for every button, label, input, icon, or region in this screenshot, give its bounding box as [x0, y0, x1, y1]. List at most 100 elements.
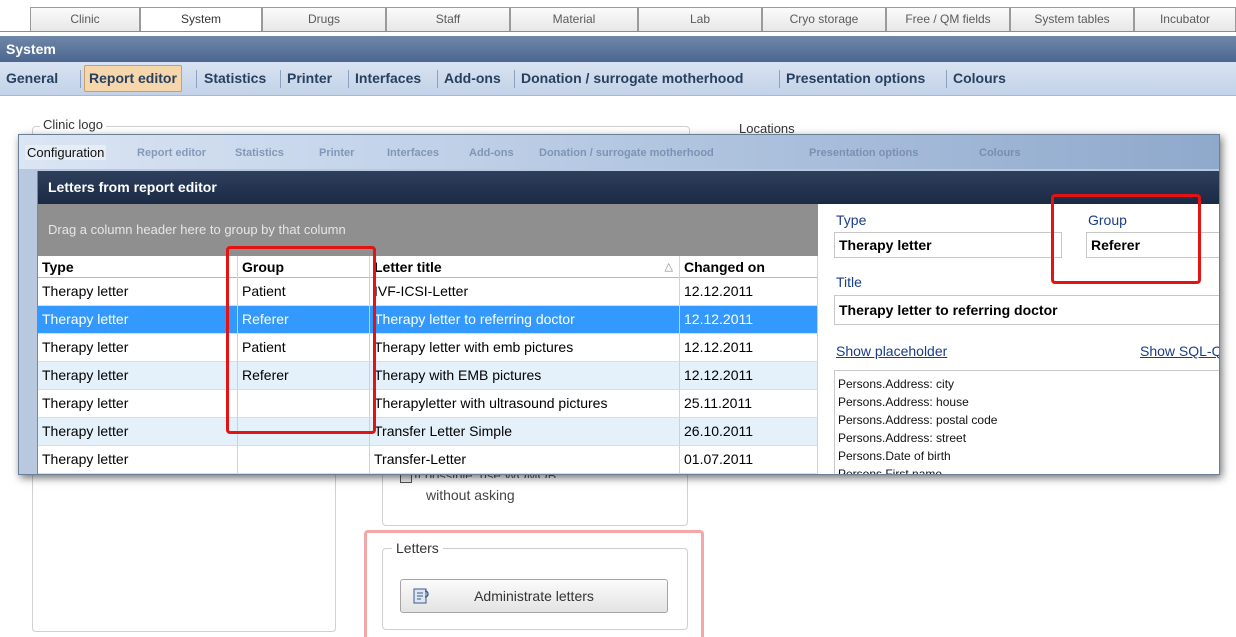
clinic-logo-label: Clinic logo	[40, 117, 106, 132]
cell-type: Therapy letter	[38, 334, 238, 361]
placeholder-item[interactable]: Persons.First name	[838, 465, 1219, 474]
type-label: Type	[836, 212, 867, 228]
subtab-divider	[280, 70, 281, 88]
title-field[interactable]: Therapy letter to referring doctor	[834, 295, 1219, 325]
configuration-window: Configuration Report editor Statistics P…	[18, 134, 1220, 475]
configuration-title: Configuration	[25, 145, 107, 160]
subtab-divider	[80, 70, 81, 88]
placeholder-item[interactable]: Persons.Address: postal code	[838, 411, 1219, 429]
placeholder-item[interactable]: Persons.Date of birth	[838, 447, 1219, 465]
letters-group-label: Letters	[392, 540, 443, 556]
show-placeholder-link[interactable]: Show placeholder	[836, 343, 947, 359]
tab-incubator[interactable]: Incubator	[1134, 7, 1236, 32]
subtab-statistics[interactable]: Statistics	[200, 65, 270, 92]
cell-type: Therapy letter	[38, 278, 238, 305]
title-label: Title	[836, 274, 862, 290]
subtab-divider	[437, 70, 438, 88]
tab-baseline	[0, 31, 1236, 32]
group-column-highlight	[226, 246, 376, 434]
table-row[interactable]: Therapy letter Transfer-Letter 01.07.201…	[38, 446, 818, 474]
cell-type: Therapy letter	[38, 390, 238, 417]
cell-type: Therapy letter	[38, 418, 238, 445]
cell-changed-on: 12.12.2011	[680, 306, 818, 333]
ghost-tab: Interfaces	[387, 147, 439, 159]
cell-type: Therapy letter	[38, 306, 238, 333]
column-header-type[interactable]: Type	[38, 256, 238, 278]
tab-system[interactable]: System	[140, 7, 262, 32]
system-title: System	[6, 41, 56, 57]
cell-changed-on: 01.07.2011	[680, 446, 818, 473]
ghost-tab: Colours	[979, 147, 1021, 159]
tab-lab[interactable]: Lab	[638, 7, 762, 32]
cell-type: Therapy letter	[38, 446, 238, 473]
placeholder-item[interactable]: Persons.Address: street	[838, 429, 1219, 447]
subtab-divider	[196, 70, 197, 88]
placeholder-item[interactable]: Persons.Address: house	[838, 393, 1219, 411]
cell-group	[238, 446, 370, 473]
grid-header: Type Group Letter title △ Changed on	[38, 256, 818, 278]
subtab-add-ons[interactable]: Add-ons	[440, 65, 505, 92]
column-header-changed-on[interactable]: Changed on	[680, 256, 818, 278]
administrate-letters-button[interactable]: Administrate letters	[400, 579, 668, 613]
ghost-tab: Presentation options	[809, 147, 919, 159]
cell-type: Therapy letter	[38, 362, 238, 389]
top-tab-bar: Clinic System Drugs Staff Material Lab C…	[0, 0, 1236, 36]
letter-title-header-label: Letter title	[374, 259, 442, 275]
table-row[interactable]: Therapy letter Referer Therapy with EMB …	[38, 362, 818, 390]
without-asking-text: without asking	[426, 487, 515, 503]
ghost-tab: Donation / surrogate motherhood	[539, 147, 714, 159]
subtab-printer[interactable]: Printer	[283, 65, 336, 92]
letters-grid: Drag a column header here to group by th…	[38, 204, 818, 474]
clinic-logo-panel-lower	[32, 470, 336, 632]
table-row[interactable]: Therapy letter Therapyletter with ultras…	[38, 390, 818, 418]
tab-drugs[interactable]: Drugs	[262, 7, 386, 32]
show-sql-link[interactable]: Show SQL-Q	[1140, 343, 1219, 359]
subtab-donation[interactable]: Donation / surrogate motherhood	[517, 65, 747, 92]
letters-icon	[413, 588, 429, 604]
system-title-bar: System	[0, 36, 1236, 62]
cell-letter-title: Therapyletter with ultrasound pictures	[370, 390, 680, 417]
cell-letter-title: Transfer Letter Simple	[370, 418, 680, 445]
placeholder-list[interactable]: Persons.Address: city Persons.Address: h…	[834, 370, 1219, 474]
subtab-colours[interactable]: Colours	[949, 65, 1010, 92]
letters-window-title: Letters from report editor	[38, 171, 1219, 204]
administrate-letters-label: Administrate letters	[474, 588, 594, 604]
ghost-tab: Statistics	[235, 147, 284, 159]
group-field-highlight	[1051, 194, 1201, 284]
cell-letter-title: IVF-ICSI-Letter	[370, 278, 680, 305]
table-row[interactable]: Therapy letter Patient Therapy letter wi…	[38, 334, 818, 362]
tab-cryo-storage[interactable]: Cryo storage	[762, 7, 886, 32]
group-by-drop-area[interactable]: Drag a column header here to group by th…	[38, 204, 818, 256]
tab-clinic[interactable]: Clinic	[30, 7, 140, 32]
column-header-letter-title[interactable]: Letter title △	[370, 256, 680, 278]
cell-changed-on: 25.11.2011	[680, 390, 818, 417]
tab-staff[interactable]: Staff	[386, 7, 510, 32]
cell-changed-on: 12.12.2011	[680, 278, 818, 305]
ghost-tab: Report editor	[137, 147, 207, 159]
cell-changed-on: 12.12.2011	[680, 362, 818, 389]
subtab-general[interactable]: General	[2, 65, 62, 92]
subtab-interfaces[interactable]: Interfaces	[351, 65, 425, 92]
subtab-presentation-options[interactable]: Presentation options	[782, 65, 929, 92]
table-row[interactable]: Therapy letter Transfer Letter Simple 26…	[38, 418, 818, 446]
tab-system-tables[interactable]: System tables	[1010, 7, 1134, 32]
cell-changed-on: 26.10.2011	[680, 418, 818, 445]
subtab-divider	[946, 70, 947, 88]
sort-ascending-icon: △	[664, 261, 673, 273]
subtab-report-editor[interactable]: Report editor	[84, 65, 182, 92]
ghost-tab: Printer	[319, 147, 355, 159]
tab-free-qm-fields[interactable]: Free / QM fields	[886, 7, 1010, 32]
cell-letter-title: Therapy with EMB pictures	[370, 362, 680, 389]
type-field[interactable]: Therapy letter	[834, 232, 1062, 258]
subtab-divider	[348, 70, 349, 88]
table-row-selected[interactable]: Therapy letter Referer Therapy letter to…	[38, 306, 818, 334]
table-row[interactable]: Therapy letter Patient IVF-ICSI-Letter 1…	[38, 278, 818, 306]
ghost-tab: Add-ons	[469, 147, 514, 159]
tab-material[interactable]: Material	[510, 7, 638, 32]
letters-window: Letters from report editor Drag a column…	[37, 171, 1219, 474]
sub-tab-bar: General Report editor Statistics Printer…	[0, 62, 1236, 96]
placeholder-item[interactable]: Persons.Address: city	[838, 375, 1219, 393]
cell-changed-on: 12.12.2011	[680, 334, 818, 361]
configuration-title-bar: Configuration Report editor Statistics P…	[19, 135, 1219, 169]
cell-letter-title: Transfer-Letter	[370, 446, 680, 473]
